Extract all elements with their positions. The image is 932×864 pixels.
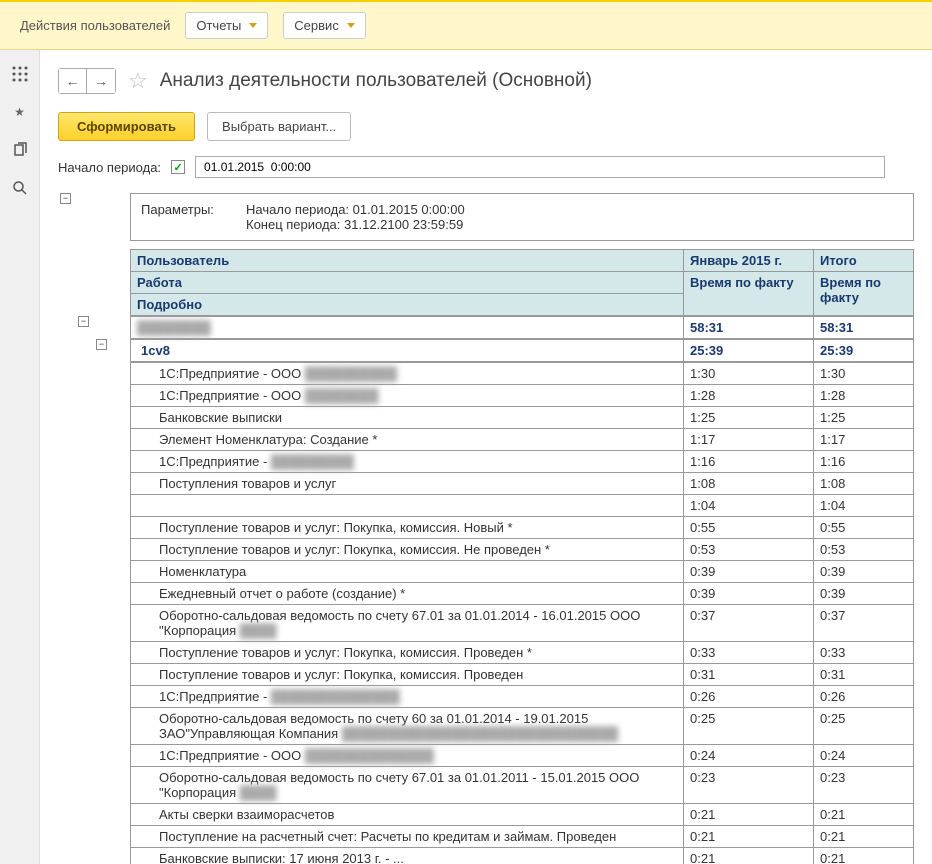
reports-dropdown[interactable]: Отчеты [185,12,268,39]
apps-icon[interactable] [11,65,29,83]
chevron-down-icon [249,23,257,28]
table-row[interactable]: Оборотно-сальдовая ведомость по счету 67… [131,605,914,642]
service-dropdown[interactable]: Сервис [283,12,366,39]
header-time1: Время по факту [684,272,814,316]
table-row[interactable]: Поступление товаров и услуг: Покупка, ко… [131,539,914,561]
user-row[interactable]: ████████ 58:31 58:31 [131,317,914,339]
detail-table: 1С:Предприятие - ООО ██████████1:301:301… [130,362,914,864]
app-row[interactable]: 1cv8 25:39 25:39 [131,340,914,362]
header-detail: Подробно [131,294,684,316]
header-time2: Время по факту [814,272,914,316]
period-input[interactable] [195,156,885,178]
table-row[interactable]: Поступления товаров и услуг1:081:08 [131,473,914,495]
table-row[interactable]: Оборотно-сальдовая ведомость по счету 60… [131,708,914,745]
table-row[interactable]: Банковские выписки1:251:25 [131,407,914,429]
table-row[interactable]: Поступление на расчетный счет: Расчеты п… [131,826,914,848]
header-total: Итого [814,250,914,272]
content-area: ← → ☆ Анализ деятельности пользователей … [40,50,932,864]
table-row[interactable]: Акты сверки взаиморасчетов0:210:21 [131,804,914,826]
table-row[interactable]: Оборотно-сальдовая ведомость по счету 67… [131,767,914,804]
left-rail: ★ [0,50,40,864]
params-start: Начало периода: 01.01.2015 0:00:00 [246,202,465,217]
table-row[interactable]: 1С:Предприятие - █████████1:161:16 [131,451,914,473]
table-row[interactable]: 1С:Предприятие - ООО ████████1:281:28 [131,385,914,407]
service-label: Сервис [294,18,339,33]
header-user: Пользователь [131,250,684,272]
nav-buttons: ← → [58,68,116,94]
table-row[interactable]: 1С:Предприятие - ООО ██████████1:301:30 [131,363,914,385]
params-box: Параметры: Начало периода: 01.01.2015 0:… [130,193,914,241]
table-row[interactable]: Банковские выписки: 17 июня 2013 г. - ..… [131,848,914,864]
period-checkbox[interactable]: ✓ [171,160,185,174]
generate-button[interactable]: Сформировать [58,112,195,141]
variant-button[interactable]: Выбрать вариант... [207,112,351,141]
params-label: Параметры: [141,202,221,232]
page-title: Анализ деятельности пользователей (Основ… [160,70,592,92]
search-icon[interactable] [11,179,29,197]
collapse-icon[interactable]: − [60,193,71,204]
table-row[interactable]: Номенклатура0:390:39 [131,561,914,583]
table-row[interactable]: Поступление товаров и услуг: Покупка, ко… [131,642,914,664]
copy-icon[interactable] [11,141,29,159]
table-row[interactable]: 1:041:04 [131,495,914,517]
star-icon[interactable]: ★ [11,103,29,121]
actions-label: Действия пользователей [20,18,170,33]
params-end: Конец периода: 31.12.2100 23:59:59 [246,217,465,232]
table-row[interactable]: Элемент Номенклатура: Создание *1:171:17 [131,429,914,451]
report-table: Пользователь Январь 2015 г. Итого Работа… [130,249,914,316]
table-row[interactable]: 1С:Предприятие - ООО ██████████████0:240… [131,745,914,767]
report-area: − Параметры: Начало периода: 01.01.2015 … [58,193,914,864]
table-row[interactable]: Поступление товаров и услуг: Покупка, ко… [131,517,914,539]
collapse-icon[interactable]: − [78,316,89,327]
table-row[interactable]: 1С:Предприятие - ██████████████0:260:26 [131,686,914,708]
chevron-down-icon [347,23,355,28]
back-button[interactable]: ← [59,69,87,93]
period-label: Начало периода: [58,160,161,175]
header-work: Работа [131,272,684,294]
header-month: Январь 2015 г. [684,250,814,272]
forward-button[interactable]: → [87,69,115,93]
table-row[interactable]: Ежедневный отчет о работе (создание) *0:… [131,583,914,605]
topbar: Действия пользователей Отчеты Сервис [0,0,932,50]
favorite-icon[interactable]: ☆ [128,68,148,94]
table-row[interactable]: Поступление товаров и услуг: Покупка, ко… [131,664,914,686]
reports-label: Отчеты [196,18,241,33]
collapse-icon[interactable]: − [96,339,107,350]
